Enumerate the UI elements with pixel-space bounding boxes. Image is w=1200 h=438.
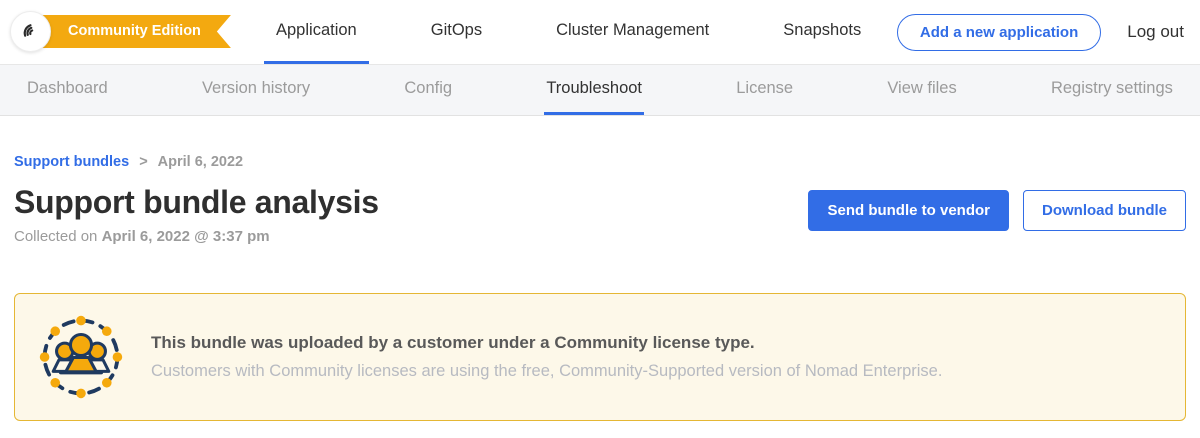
subnav-version-history[interactable]: Version history — [200, 65, 312, 115]
logout-link[interactable]: Log out — [1127, 22, 1184, 42]
top-tabs: Application GitOps Cluster Management Sn… — [264, 0, 873, 64]
app-sub-navigation: Dashboard Version history Config Trouble… — [0, 64, 1200, 116]
breadcrumb-separator: > — [139, 154, 147, 170]
community-license-notice: This bundle was uploaded by a customer u… — [14, 293, 1186, 421]
community-edition-ribbon: Community Edition — [30, 15, 231, 48]
subnav-license[interactable]: License — [734, 65, 795, 115]
send-bundle-to-vendor-button[interactable]: Send bundle to vendor — [808, 190, 1009, 231]
add-new-application-button[interactable]: Add a new application — [897, 14, 1101, 51]
page-title: Support bundle analysis — [14, 184, 379, 221]
tab-gitops[interactable]: GitOps — [419, 0, 494, 64]
top-navigation: Community Edition Application GitOps Clu… — [0, 0, 1200, 64]
collected-prefix: Collected on — [14, 228, 102, 245]
subnav-config[interactable]: Config — [402, 65, 454, 115]
breadcrumb-support-bundles-link[interactable]: Support bundles — [14, 154, 129, 170]
download-bundle-button[interactable]: Download bundle — [1023, 190, 1186, 231]
community-people-icon — [35, 311, 127, 403]
collected-timestamp: Collected on April 6, 2022 @ 3:37 pm — [14, 228, 379, 245]
page-header-row: Support bundle analysis Collected on Apr… — [14, 184, 1186, 245]
replicated-logo[interactable] — [10, 11, 51, 52]
title-block: Support bundle analysis Collected on Apr… — [14, 184, 379, 245]
tab-cluster-management[interactable]: Cluster Management — [544, 0, 721, 64]
notice-heading: This bundle was uploaded by a customer u… — [151, 333, 942, 353]
collected-value: April 6, 2022 @ 3:37 pm — [102, 228, 270, 245]
notice-text-block: This bundle was uploaded by a customer u… — [151, 333, 942, 381]
top-nav-right: Add a new application Log out — [897, 14, 1200, 51]
brand-area: Community Edition — [0, 0, 250, 64]
subnav-registry-settings[interactable]: Registry settings — [1049, 65, 1175, 115]
tab-snapshots[interactable]: Snapshots — [771, 0, 873, 64]
bundle-actions: Send bundle to vendor Download bundle — [808, 190, 1186, 231]
breadcrumb-current-bundle: April 6, 2022 — [158, 154, 243, 170]
subnav-view-files[interactable]: View files — [885, 65, 958, 115]
notice-body: Customers with Community licenses are us… — [151, 362, 942, 381]
replicated-waves-icon — [20, 18, 42, 45]
tab-application[interactable]: Application — [264, 0, 369, 64]
subnav-dashboard[interactable]: Dashboard — [25, 65, 110, 115]
subnav-troubleshoot[interactable]: Troubleshoot — [544, 65, 644, 115]
main-content: Support bundles > April 6, 2022 Support … — [0, 116, 1200, 421]
breadcrumb: Support bundles > April 6, 2022 — [14, 154, 1186, 170]
